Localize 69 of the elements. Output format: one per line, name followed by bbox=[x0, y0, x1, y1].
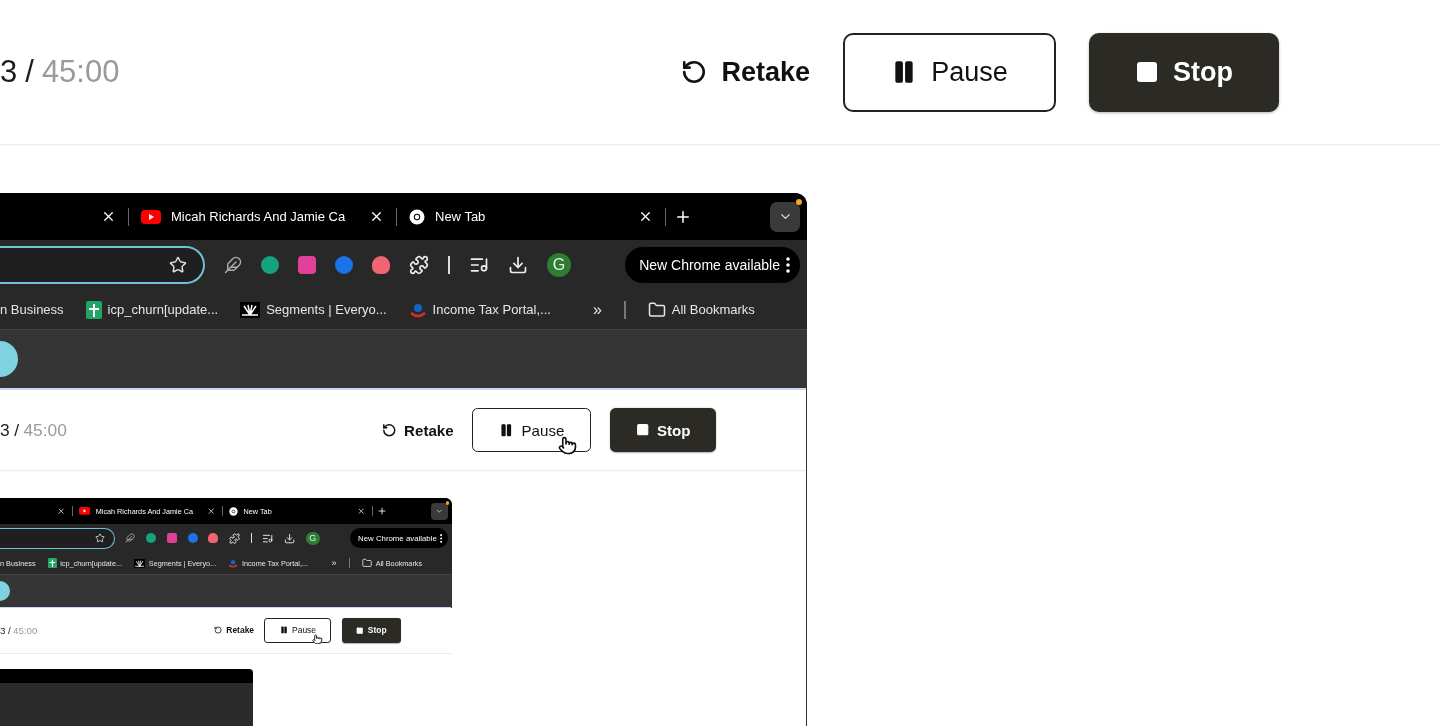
stop-button[interactable]: Stop bbox=[341, 618, 402, 643]
download-icon bbox=[508, 255, 528, 275]
stop-button[interactable]: Stop bbox=[609, 407, 717, 453]
extension-icon[interactable] bbox=[187, 533, 198, 544]
bookmark[interactable]: icp_churn[update... bbox=[85, 300, 219, 319]
timer-total: 45:00 bbox=[13, 624, 38, 636]
undo-icon bbox=[381, 422, 397, 438]
bookmark[interactable]: n Business bbox=[0, 302, 64, 317]
browser-logo-icon bbox=[229, 506, 238, 516]
timer-separator: / bbox=[7, 624, 11, 636]
burst-icon bbox=[134, 558, 146, 568]
extension-icon[interactable] bbox=[261, 256, 279, 274]
folder-icon bbox=[647, 300, 666, 319]
video-play-icon bbox=[78, 507, 91, 516]
extension-icon[interactable] bbox=[335, 256, 353, 274]
extension-icon[interactable] bbox=[166, 533, 177, 544]
more-icon[interactable] bbox=[440, 533, 443, 543]
bookmarks-overflow[interactable]: » bbox=[592, 300, 602, 319]
extension-icon[interactable] bbox=[298, 256, 316, 274]
pause-button[interactable]: Pause bbox=[472, 407, 592, 453]
bookmark[interactable]: Income Tax Portal,... bbox=[408, 301, 551, 318]
portal-logo-icon bbox=[228, 558, 239, 568]
extension-icon[interactable] bbox=[372, 256, 390, 274]
browser-tab[interactable]: Micah Richards And Jamie Ca bbox=[129, 193, 396, 240]
retake-button[interactable]: Retake bbox=[681, 32, 810, 112]
timer-elapsed: 3 bbox=[0, 624, 6, 636]
extension-icon[interactable] bbox=[146, 533, 157, 544]
puzzle-icon bbox=[409, 255, 429, 275]
timer-total: 45:00 bbox=[41, 54, 120, 90]
more-icon[interactable] bbox=[786, 257, 790, 273]
close-icon bbox=[101, 209, 116, 224]
stop-button[interactable]: Stop bbox=[1089, 32, 1279, 112]
stop-icon bbox=[355, 626, 364, 635]
pause-button[interactable]: Pause bbox=[264, 618, 332, 643]
update-button[interactable]: New Chrome available bbox=[625, 247, 800, 283]
video-play-icon bbox=[141, 209, 161, 224]
tab-list-button[interactable] bbox=[770, 201, 800, 232]
all-bookmarks[interactable]: All Bookmarks bbox=[647, 300, 755, 319]
portal-logo-icon bbox=[408, 301, 427, 318]
spreadsheet-icon bbox=[47, 558, 57, 569]
timer-total: 45:00 bbox=[23, 419, 67, 441]
pause-button[interactable]: Pause bbox=[843, 32, 1056, 112]
star-icon bbox=[169, 256, 187, 274]
extension-icon[interactable] bbox=[208, 533, 219, 544]
address-field[interactable] bbox=[0, 246, 205, 284]
stop-icon bbox=[1135, 60, 1159, 84]
retake-button[interactable]: Retake bbox=[213, 618, 255, 643]
tab-list-button[interactable] bbox=[431, 502, 448, 520]
retake-button[interactable]: Retake bbox=[381, 407, 454, 453]
profile-avatar[interactable]: G bbox=[306, 531, 320, 546]
tab-title: New Tab bbox=[435, 209, 487, 224]
timer-elapsed: 3 bbox=[0, 54, 18, 90]
bookmarks-overflow[interactable]: » bbox=[331, 558, 337, 569]
close-icon bbox=[638, 209, 653, 224]
timer-elapsed: 3 bbox=[0, 419, 10, 441]
bookmark[interactable]: Segments | Everyo... bbox=[240, 301, 387, 318]
close-icon bbox=[369, 209, 384, 224]
address-field[interactable] bbox=[0, 527, 115, 549]
spreadsheet-icon bbox=[85, 300, 102, 319]
playlist-icon bbox=[469, 255, 489, 275]
timer-separator: / bbox=[14, 419, 19, 441]
profile-avatar[interactable]: G bbox=[547, 253, 571, 277]
browser-tab[interactable]: New Tab bbox=[397, 193, 665, 240]
browser-logo-icon bbox=[409, 208, 425, 225]
tab-title: Micah Richards And Jamie Ca bbox=[171, 209, 347, 224]
undo-icon bbox=[681, 59, 708, 85]
feather-icon bbox=[224, 256, 242, 274]
burst-icon bbox=[240, 301, 261, 318]
timer-separator: / bbox=[25, 54, 34, 90]
